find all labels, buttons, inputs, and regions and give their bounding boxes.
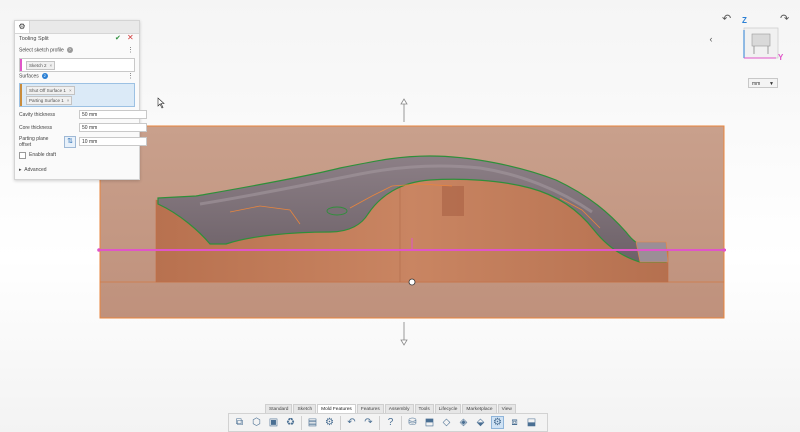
surfaces-selection-box[interactable]: Shut Off Surface 1 × Parting Surface 1 × — [19, 83, 135, 107]
flip-direction-icon[interactable]: ⇅ — [64, 136, 76, 148]
units-value: mm — [752, 81, 761, 87]
advanced-label: Advanced — [24, 167, 47, 173]
runner-icon[interactable]: ⬙ — [474, 416, 487, 429]
y-axis-label: Y — [778, 53, 784, 62]
shutoff-surface-icon[interactable]: ◇ — [440, 416, 453, 429]
enable-draft-label: Enable draft — [29, 152, 56, 158]
chevron-right-icon: ▸ — [19, 167, 22, 173]
settings-gear-icon[interactable]: ⚙ — [323, 416, 336, 429]
parting-plane-end-right[interactable] — [722, 248, 726, 252]
tooling-split-icon[interactable]: ⚙ — [15, 21, 30, 33]
help-icon[interactable]: ? — [66, 47, 73, 53]
parting-surface-icon[interactable]: ◈ — [457, 416, 470, 429]
tooling-split-panel: ⚙ Tooling Split ✔ ✕ Select sketch profil… — [14, 20, 147, 180]
units-dropdown[interactable]: mm ▼ — [748, 78, 778, 88]
recycle-icon[interactable]: ♻ — [284, 416, 297, 429]
cavity-thickness-input[interactable]: 50 mm — [79, 110, 147, 119]
parting-plane-offset-input[interactable]: 10 mm — [79, 137, 147, 146]
cylinder-icon[interactable]: ⛁ — [406, 416, 419, 429]
redo-icon[interactable]: ↷ — [362, 416, 375, 429]
surfaces-more-icon[interactable]: ⋮ — [127, 73, 134, 80]
rotate-right-icon[interactable]: ↷ — [780, 12, 789, 25]
remove-chip-icon[interactable]: × — [67, 98, 70, 103]
surfaces-count-badge: 2 — [41, 73, 48, 79]
cavity-thickness-label: Cavity thickness — [19, 112, 56, 118]
parting-plane-label-line2: offset — [19, 142, 32, 148]
sketch-more-icon[interactable]: ⋮ — [127, 47, 134, 54]
mouse-cursor-icon — [157, 97, 165, 109]
confirm-check-icon[interactable]: ✔ — [115, 34, 121, 42]
surface-chip-1[interactable]: Shut Off Surface 1 × — [26, 86, 75, 95]
panel-title: Tooling Split — [19, 36, 49, 42]
toolbar-separator — [379, 415, 380, 430]
select-sketch-label: Select sketch profile — [19, 47, 64, 54]
surfaces-label: Surfaces — [19, 73, 39, 80]
remove-chip-icon[interactable]: × — [69, 88, 72, 93]
toolbar-separator — [340, 415, 341, 430]
chevron-left-icon[interactable]: ‹ — [705, 33, 717, 45]
z-axis-label: Z — [742, 16, 747, 25]
properties-icon[interactable]: ▤ — [306, 416, 319, 429]
drag-arrow-up-icon[interactable] — [400, 98, 408, 122]
sketch-color-bar — [20, 59, 22, 71]
copy-design-icon[interactable]: ⧉ — [233, 416, 246, 429]
parting-plane-offset-label: Parting plane offset — [19, 136, 48, 148]
sketch-chip-label: Sketch 2 — [29, 63, 47, 68]
toolbar-separator — [301, 415, 302, 430]
part-tip — [635, 241, 669, 263]
surface-chip-1-label: Shut Off Surface 1 — [29, 88, 66, 93]
core-thickness-label: Core thickness — [19, 125, 53, 131]
remove-chip-icon[interactable]: × — [50, 63, 53, 68]
surfaces-color-bar — [20, 84, 22, 106]
sketch-selection-box[interactable]: Sketch 2 × — [19, 58, 135, 72]
select-sketch-row: Select sketch profile? — [19, 47, 73, 53]
save-icon[interactable]: ▣ — [267, 416, 280, 429]
core-pocket — [442, 186, 464, 216]
core-cavity-icon[interactable]: ⧈ — [508, 416, 521, 429]
sketch-chip[interactable]: Sketch 2 × — [26, 61, 56, 70]
bottom-toolbar: ⧉ ⬡ ▣ ♻ ▤ ⚙ ↶ ↷ ? ⛁ ⬒ ◇ ◈ ⬙ ⚙ ⧈ ⬓ — [228, 413, 548, 432]
rotate-left-icon[interactable]: ↶ — [722, 12, 731, 25]
cancel-close-icon[interactable]: ✕ — [127, 33, 134, 42]
tooling-split-tool-icon[interactable]: ⚙ — [491, 416, 504, 429]
undo-icon[interactable]: ↶ — [345, 416, 358, 429]
enable-draft-checkbox[interactable] — [19, 152, 26, 159]
surface-chip-2[interactable]: Parting Surface 1 × — [26, 96, 73, 105]
drag-arrow-down-icon[interactable] — [400, 322, 408, 346]
part-slot — [326, 206, 348, 216]
chevron-down-icon: ▼ — [769, 81, 774, 87]
view-cube[interactable] — [743, 27, 779, 59]
surface-chip-2-label: Parting Surface 1 — [29, 98, 64, 103]
mold-base-icon[interactable]: ⬒ — [423, 416, 436, 429]
new-part-icon[interactable]: ⬡ — [250, 416, 263, 429]
toolbar-tabs: Standard Sketch Mold Features Features A… — [265, 404, 517, 415]
origin-handle[interactable] — [408, 278, 416, 286]
toolbar-separator — [401, 415, 402, 430]
core-thickness-input[interactable]: 50 mm — [79, 123, 147, 132]
ejector-icon[interactable]: ⬓ — [525, 416, 538, 429]
advanced-section-toggle[interactable]: ▸ Advanced — [19, 167, 47, 173]
surfaces-row: Surfaces 2 — [19, 73, 48, 79]
help-icon[interactable]: ? — [384, 416, 397, 429]
parting-plane-end-left[interactable] — [97, 248, 101, 252]
